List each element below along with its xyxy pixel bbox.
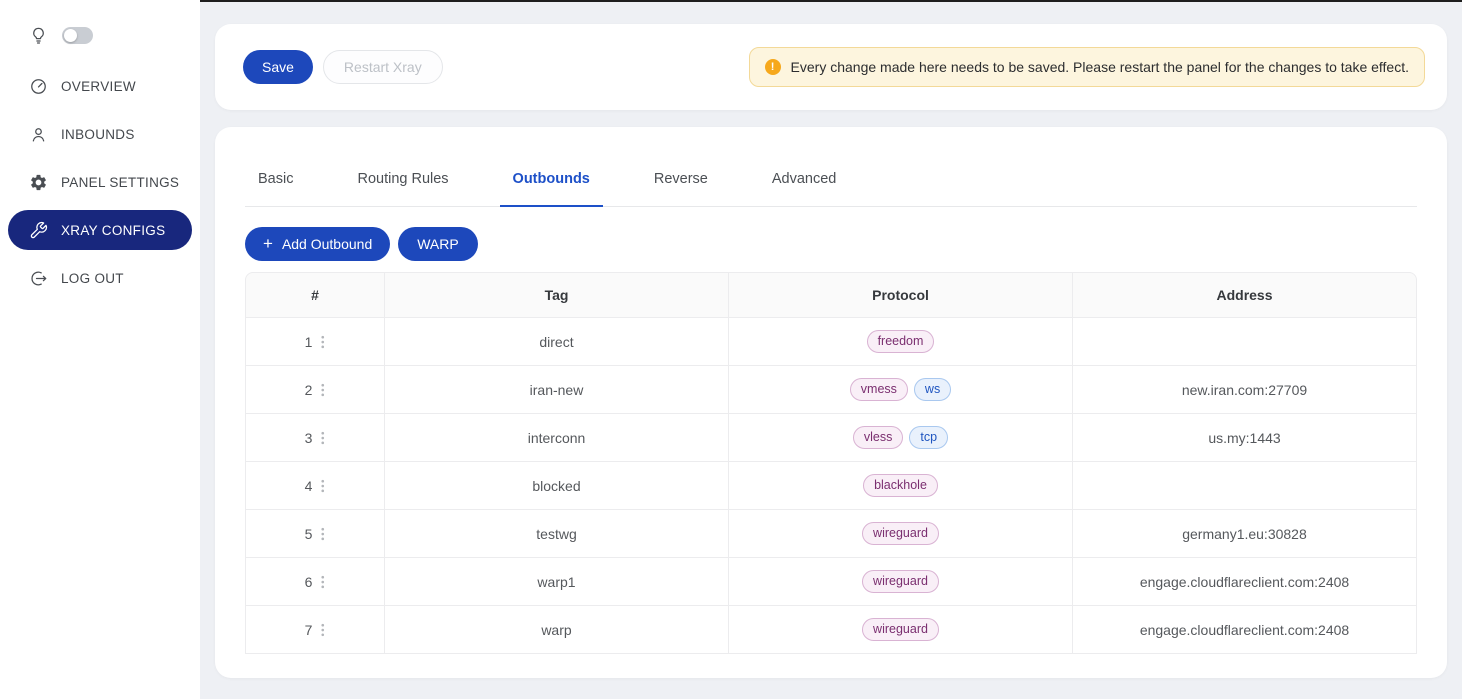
row-number: 2 bbox=[305, 382, 313, 398]
row-number: 7 bbox=[305, 622, 313, 638]
tab-basic[interactable]: Basic bbox=[245, 151, 306, 206]
row-menu-icon[interactable] bbox=[321, 623, 325, 637]
add-outbound-button[interactable]: + Add Outbound bbox=[245, 227, 390, 261]
sidebar-item-xray-configs[interactable]: XRAY CONFIGS bbox=[8, 210, 192, 250]
tab-advanced[interactable]: Advanced bbox=[759, 151, 850, 206]
sidebar-item-panel-settings[interactable]: PANEL SETTINGS bbox=[8, 162, 192, 202]
restart-xray-button[interactable]: Restart Xray bbox=[323, 50, 443, 84]
user-icon bbox=[29, 125, 48, 144]
table-row: 5 testwg wireguard germany1.eu:30828 bbox=[245, 510, 1417, 558]
row-number: 5 bbox=[305, 526, 313, 542]
table-actions: + Add Outbound WARP bbox=[245, 227, 1417, 261]
protocol-badge-wireguard: wireguard bbox=[862, 522, 939, 545]
row-number: 6 bbox=[305, 574, 313, 590]
protocol-badge-wireguard: wireguard bbox=[862, 570, 939, 593]
address-cell bbox=[1073, 318, 1417, 366]
protocol-badge-vmess: vmess bbox=[850, 378, 908, 401]
table-row: 3 interconn vless tcp us.my:1443 bbox=[245, 414, 1417, 462]
row-number: 1 bbox=[305, 334, 313, 350]
address-cell: germany1.eu:30828 bbox=[1073, 510, 1417, 558]
gear-icon bbox=[29, 173, 48, 192]
tag-cell: warp bbox=[385, 606, 729, 654]
warning-icon: ! bbox=[765, 59, 781, 75]
toolbar-card: Save Restart Xray ! Every change made he… bbox=[215, 24, 1447, 110]
tag-cell: interconn bbox=[385, 414, 729, 462]
tab-bar: Basic Routing Rules Outbounds Reverse Ad… bbox=[245, 151, 1417, 207]
row-menu-icon[interactable] bbox=[321, 431, 325, 445]
protocol-badge-tcp: tcp bbox=[909, 426, 948, 449]
theme-toggle-row bbox=[0, 22, 200, 48]
tag-cell: iran-new bbox=[385, 366, 729, 414]
row-menu-icon[interactable] bbox=[321, 335, 325, 349]
warning-text: Every change made here needs to be saved… bbox=[791, 59, 1409, 75]
gauge-icon bbox=[29, 77, 48, 96]
tag-cell: testwg bbox=[385, 510, 729, 558]
row-menu-icon[interactable] bbox=[321, 383, 325, 397]
protocol-cell: blackhole bbox=[729, 462, 1073, 510]
row-number: 4 bbox=[305, 478, 313, 494]
table-row: 4 blocked blackhole bbox=[245, 462, 1417, 510]
row-number: 3 bbox=[305, 430, 313, 446]
toggle-knob bbox=[64, 29, 77, 42]
address-cell: engage.cloudflareclient.com:2408 bbox=[1073, 606, 1417, 654]
add-outbound-label: Add Outbound bbox=[282, 236, 372, 252]
sidebar: OVERVIEW INBOUNDS PANEL SETTINGS XRAY CO… bbox=[0, 0, 200, 699]
protocol-badge-ws: ws bbox=[914, 378, 951, 401]
protocol-cell: vmessws bbox=[729, 366, 1073, 414]
protocol-cell: wireguard bbox=[729, 558, 1073, 606]
protocol-cell: freedom bbox=[729, 318, 1073, 366]
save-button[interactable]: Save bbox=[243, 50, 313, 84]
tag-cell: warp1 bbox=[385, 558, 729, 606]
protocol-badge-vless: vless bbox=[853, 426, 903, 449]
row-menu-icon[interactable] bbox=[321, 479, 325, 493]
protocol-badge-freedom: freedom bbox=[867, 330, 935, 353]
sidebar-item-log-out[interactable]: LOG OUT bbox=[8, 258, 192, 298]
column-header-tag: Tag bbox=[385, 272, 729, 318]
protocol-badge-blackhole: blackhole bbox=[863, 474, 938, 497]
sidebar-nav: OVERVIEW INBOUNDS PANEL SETTINGS XRAY CO… bbox=[0, 66, 200, 298]
dark-mode-toggle[interactable] bbox=[62, 27, 93, 44]
tab-routing-rules[interactable]: Routing Rules bbox=[344, 151, 461, 206]
tab-outbounds[interactable]: Outbounds bbox=[500, 151, 603, 206]
sidebar-item-overview[interactable]: OVERVIEW bbox=[8, 66, 192, 106]
address-cell: engage.cloudflareclient.com:2408 bbox=[1073, 558, 1417, 606]
xray-configs-card: Basic Routing Rules Outbounds Reverse Ad… bbox=[215, 127, 1447, 678]
column-header-num: # bbox=[245, 272, 385, 318]
protocol-cell: wireguard bbox=[729, 606, 1073, 654]
address-cell: new.iran.com:27709 bbox=[1073, 366, 1417, 414]
column-header-address: Address bbox=[1073, 272, 1417, 318]
address-cell bbox=[1073, 462, 1417, 510]
table-row: 6 warp1 wireguard engage.cloudflareclien… bbox=[245, 558, 1417, 606]
lightbulb-icon bbox=[29, 25, 48, 46]
sidebar-item-inbounds[interactable]: INBOUNDS bbox=[8, 114, 192, 154]
row-menu-icon[interactable] bbox=[321, 575, 325, 589]
wrench-icon bbox=[29, 221, 48, 240]
main-area: Save Restart Xray ! Every change made he… bbox=[200, 0, 1462, 699]
column-header-protocol: Protocol bbox=[729, 272, 1073, 318]
app-window: OVERVIEW INBOUNDS PANEL SETTINGS XRAY CO… bbox=[0, 0, 1462, 699]
outbounds-table: #TagProtocolAddress 1 direct freedom 2 i… bbox=[245, 272, 1417, 654]
protocol-badge-wireguard: wireguard bbox=[862, 618, 939, 641]
tag-cell: blocked bbox=[385, 462, 729, 510]
table-row: 7 warp wireguard engage.cloudflareclient… bbox=[245, 606, 1417, 654]
warp-button[interactable]: WARP bbox=[398, 227, 477, 261]
row-menu-icon[interactable] bbox=[321, 527, 325, 541]
table-header-row: #TagProtocolAddress bbox=[245, 272, 1417, 318]
plus-icon: + bbox=[263, 235, 273, 252]
tag-cell: direct bbox=[385, 318, 729, 366]
table-row: 2 iran-new vmessws new.iran.com:27709 bbox=[245, 366, 1417, 414]
protocol-cell: wireguard bbox=[729, 510, 1073, 558]
address-cell: us.my:1443 bbox=[1073, 414, 1417, 462]
table-row: 1 direct freedom bbox=[245, 318, 1417, 366]
tab-reverse[interactable]: Reverse bbox=[641, 151, 721, 206]
logout-icon bbox=[29, 269, 48, 288]
restart-warning-alert: ! Every change made here needs to be sav… bbox=[749, 47, 1425, 87]
protocol-cell: vless tcp bbox=[729, 414, 1073, 462]
